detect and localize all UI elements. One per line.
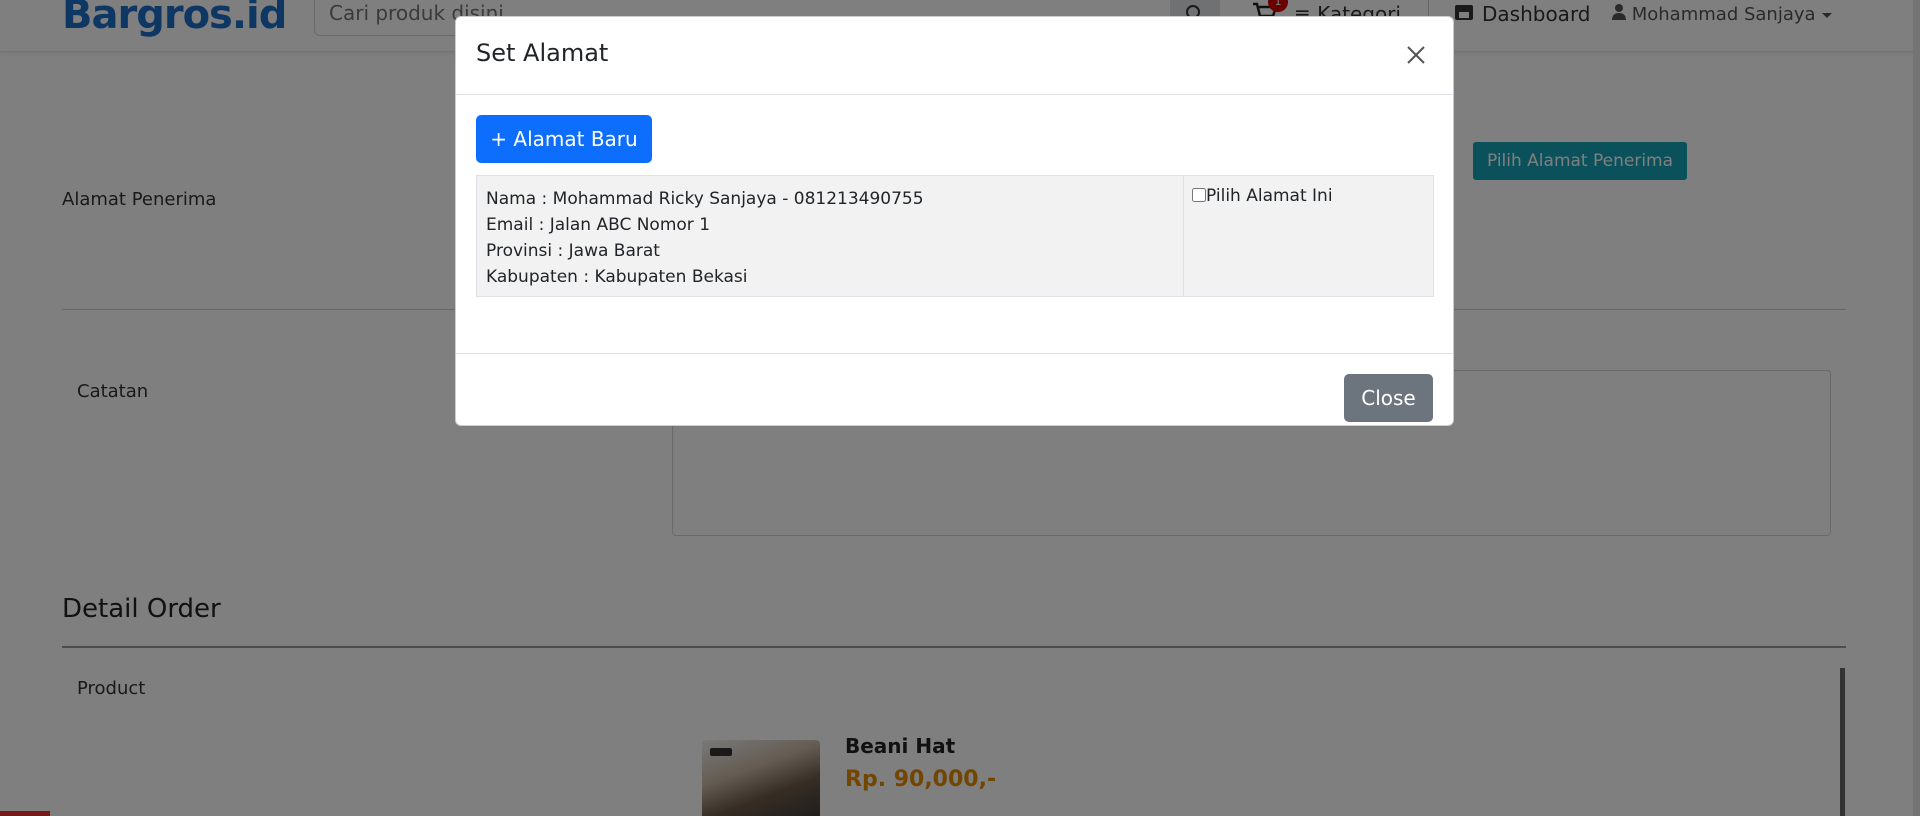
modal-header: Set Alamat — [456, 17, 1453, 95]
choose-address-option[interactable]: Pilih Alamat Ini — [1192, 186, 1333, 206]
modal-title: Set Alamat — [476, 39, 609, 67]
address-kabupaten: Kabupaten : Kabupaten Bekasi — [486, 267, 748, 287]
choose-address-cell: Pilih Alamat Ini — [1184, 176, 1435, 296]
modal-close-button[interactable] — [1404, 43, 1428, 67]
close-icon — [1407, 46, 1425, 64]
modal-body: + Alamat Baru Nama : Mohammad Ricky Sanj… — [456, 95, 1453, 353]
address-details-cell: Nama : Mohammad Ricky Sanjaya - 08121349… — [477, 176, 1184, 296]
close-button[interactable]: Close — [1344, 374, 1433, 422]
new-address-button[interactable]: + Alamat Baru — [476, 115, 652, 163]
address-email: Email : Jalan ABC Nomor 1 — [486, 215, 711, 235]
address-provinsi: Provinsi : Jawa Barat — [486, 241, 660, 261]
choose-address-label: Pilih Alamat Ini — [1206, 186, 1333, 206]
set-alamat-modal: Set Alamat + Alamat Baru Nama : Mohammad… — [455, 16, 1454, 426]
address-table: Nama : Mohammad Ricky Sanjaya - 08121349… — [476, 175, 1434, 297]
choose-address-checkbox[interactable] — [1192, 188, 1206, 202]
address-nama: Nama : Mohammad Ricky Sanjaya - 08121349… — [486, 189, 924, 209]
modal-footer: Close — [456, 353, 1453, 427]
